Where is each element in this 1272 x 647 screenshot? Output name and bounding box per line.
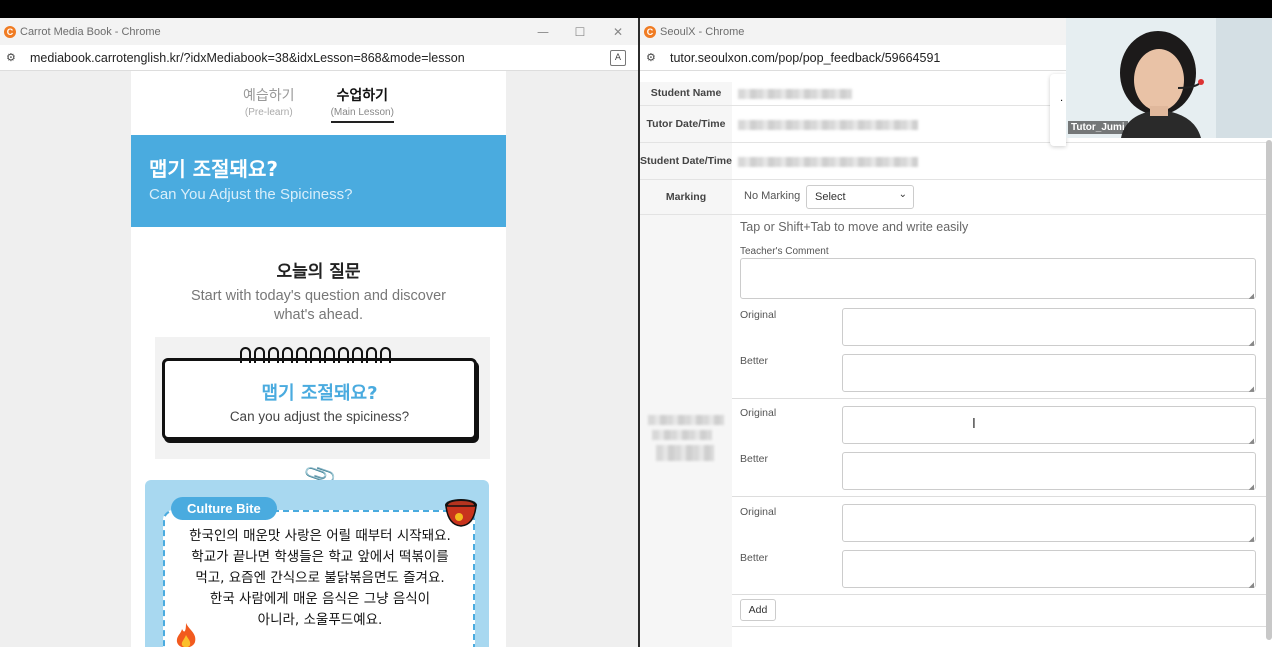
tab-pre-learn[interactable]: 예습하기 (Pre-learn) — [243, 85, 295, 135]
feedback-form: Student Name Tutor Date/Time Student Dat… — [640, 82, 1268, 647]
tab-main-lesson[interactable]: 수업하기 (Main Lesson) — [330, 85, 394, 135]
right-scrollbar[interactable] — [1266, 140, 1272, 640]
original-field[interactable] — [842, 406, 1256, 445]
redacted-value — [738, 89, 852, 99]
left-address-bar[interactable]: ⚙ mediabook.carrotenglish.kr/?idxMediabo… — [0, 45, 638, 71]
add-button[interactable]: Add — [740, 599, 776, 621]
carrot-favicon-icon: C — [4, 25, 16, 38]
select-value: Select — [815, 191, 846, 203]
original-label: Original — [740, 309, 777, 321]
hero-title: 맵기 조절돼요? — [149, 157, 278, 181]
seoulx-favicon-icon: C — [644, 25, 656, 38]
left-titlebar: C Carrot Media Book - Chrome — ☐ ✕ — [0, 18, 638, 45]
fire-icon — [176, 623, 196, 647]
right-url[interactable]: tutor.seoulxon.com/pop/pop_feedback/5966… — [670, 51, 940, 65]
video-name-label: Tutor_Jumi — [1068, 121, 1128, 134]
tab-label: 예습하기 — [243, 87, 295, 103]
no-marking-text: No Marking — [744, 190, 801, 202]
text-cursor-icon: I — [972, 417, 976, 432]
media-book-window: C Carrot Media Book - Chrome — ☐ ✕ ⚙ med… — [0, 18, 638, 647]
noodle-bowl-icon — [445, 499, 477, 527]
student-name-label: Student Name — [640, 82, 732, 105]
corrections-left-column — [640, 215, 732, 647]
culture-line: 한국 사람에게 매운 음식은 그냥 음식이 — [209, 591, 431, 607]
question-card: 맵기 조절돼요? Can you adjust the spiciness? — [162, 358, 477, 440]
redacted-value — [656, 445, 714, 461]
question-title: 오늘의 질문 — [276, 262, 361, 282]
close-icon[interactable]: ✕ — [599, 18, 637, 45]
marking-select[interactable]: Select ⌄ — [806, 185, 914, 209]
original-field[interactable] — [842, 504, 1256, 543]
student-datetime-row: Student Date/Time — [640, 143, 1268, 180]
hint-text: Tap or Shift+Tab to move and write easil… — [740, 220, 969, 234]
question-subtitle: Start with today's question and discover… — [190, 288, 447, 323]
redacted-value — [652, 430, 712, 440]
maximize-icon[interactable]: ☐ — [561, 18, 599, 45]
spiral-rings — [240, 347, 391, 363]
tutor-avatar — [1066, 18, 1272, 138]
redacted-value — [738, 120, 918, 130]
separator — [732, 626, 1268, 627]
better-field[interactable] — [842, 550, 1256, 589]
left-window-title: Carrot Media Book - Chrome — [20, 25, 161, 38]
tab-sublabel: (Pre-learn) — [244, 107, 293, 118]
redacted-value — [648, 415, 724, 425]
original-label: Original — [740, 506, 777, 518]
separator — [732, 594, 1268, 595]
marking-label: Marking — [640, 180, 732, 214]
card-english: Can you adjust the spiciness? — [229, 409, 410, 424]
tab-label: 수업하기 — [336, 87, 389, 103]
redacted-value — [738, 157, 918, 167]
card-korean: 맵기 조절돼요? — [261, 383, 378, 404]
site-settings-icon[interactable]: ⚙ — [6, 51, 20, 64]
right-window-title: SeoulX - Chrome — [660, 25, 745, 38]
separator — [732, 398, 1268, 399]
lesson-tabs: 예습하기 (Pre-learn) 수업하기 (Main Lesson) — [131, 71, 506, 135]
culture-line: 한국인의 매운맛 사랑은 어릴 때부터 시작돼요. — [189, 528, 451, 544]
better-label: Better — [740, 355, 769, 367]
tutor-datetime-label: Tutor Date/Time — [640, 106, 732, 142]
separator — [732, 496, 1268, 497]
top-black-bar — [0, 0, 1272, 18]
lesson-hero: 맵기 조절돼요? Can You Adjust the Spiciness? — [131, 135, 506, 227]
site-settings-icon[interactable]: ⚙ — [646, 51, 660, 64]
student-datetime-label: Student Date/Time — [640, 143, 732, 179]
marking-row: Marking No Marking Select ⌄ — [640, 180, 1268, 215]
better-field[interactable] — [842, 354, 1256, 393]
better-label: Better — [740, 453, 769, 465]
culture-line: 먹고, 요즘엔 간식으로 불닭볶음면도 즐겨요. — [195, 570, 445, 586]
culture-text: 한국인의 매운맛 사랑은 어릴 때부터 시작돼요. 학교가 끝나면 학생들은 학… — [175, 526, 465, 631]
culture-line: 아니라, 소울푸드예요. — [257, 612, 383, 628]
teacher-comment-label: Teacher's Comment — [740, 246, 829, 257]
culture-line: 학교가 끝나면 학생들은 학교 앞에서 떡볶이를 — [191, 549, 449, 565]
better-label: Better — [740, 552, 769, 564]
original-field[interactable] — [842, 308, 1256, 347]
chevron-down-icon: ⌄ — [898, 189, 907, 200]
translate-icon[interactable]: A — [610, 50, 626, 66]
hero-subtitle: Can You Adjust the Spiciness? — [149, 186, 353, 203]
culture-badge: Culture Bite — [171, 497, 277, 520]
minimize-icon[interactable]: — — [524, 18, 562, 45]
original-label: Original — [740, 407, 777, 419]
lesson-page: 예습하기 (Pre-learn) 수업하기 (Main Lesson) 맵기 조… — [131, 71, 506, 647]
tab-sublabel: (Main Lesson) — [330, 107, 394, 123]
better-field[interactable] — [842, 452, 1256, 491]
video-side-panel[interactable]: · — [1050, 74, 1066, 146]
teacher-comment-field[interactable] — [740, 258, 1256, 300]
tutor-video: Tutor_Jumi — [1066, 18, 1272, 138]
left-url[interactable]: mediabook.carrotenglish.kr/?idxMediabook… — [30, 51, 465, 65]
